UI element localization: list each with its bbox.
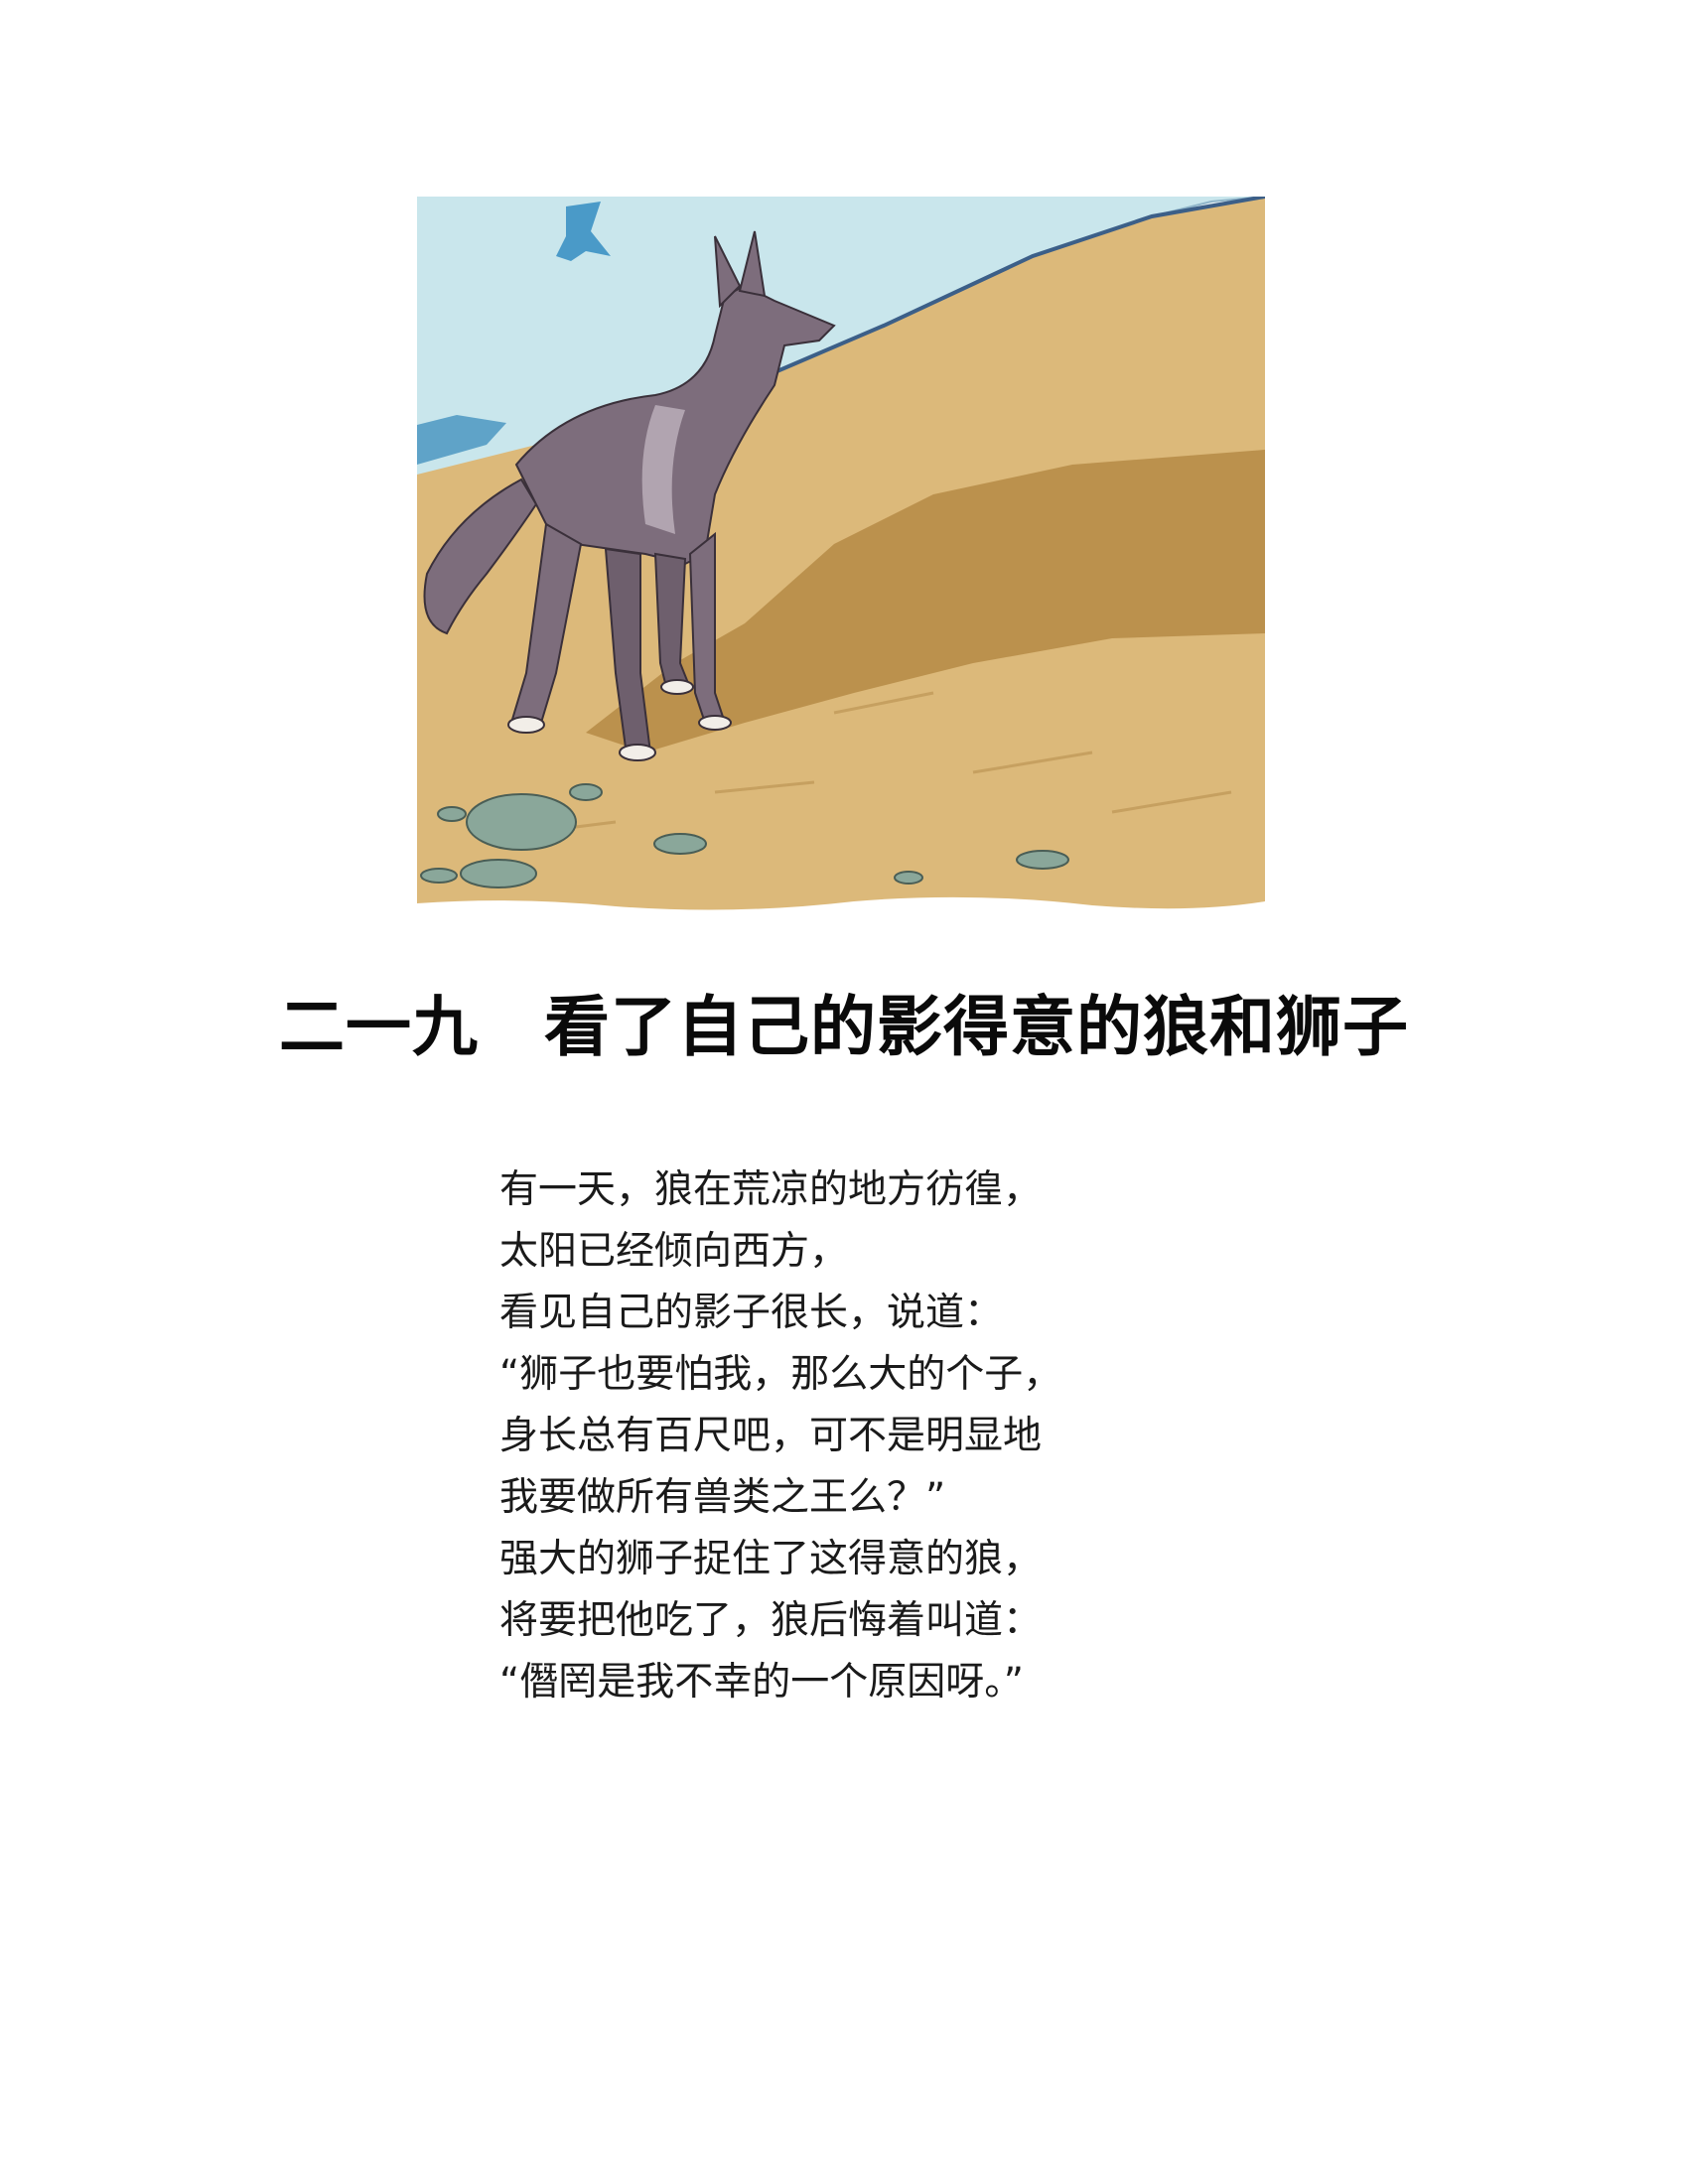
rock (420, 868, 458, 884)
rock (437, 806, 467, 822)
poem-line: 太阳已经倾向西方， (499, 1229, 849, 1274)
poem-body: 有一天，狼在荒凉的地方彷徨， 太阳已经倾向西方， 看见自己的影子很长，说道： “… (499, 1160, 1254, 1713)
poem-line: “狮子也要怕我，那么大的个子， (499, 1352, 1062, 1397)
poem-line: 将要把他吃了，狼后悔着叫道： (499, 1598, 1043, 1643)
poem-line: 我要做所有兽类之王么？” (499, 1475, 946, 1520)
chapter-heading: 二一九 看了自己的影得意的狼和狮子 (0, 988, 1688, 1067)
poem-line: 有一天，狼在荒凉的地方彷徨， (499, 1167, 1043, 1212)
poem-line: “僭罔是我不幸的一个原因呀。” (499, 1660, 1024, 1705)
wolf-on-dune-picture (417, 197, 1265, 921)
wolf-paw (507, 716, 545, 734)
rock (466, 793, 577, 851)
poem-line: 身长总有百尺吧，可不是明显地 (499, 1414, 1043, 1458)
chapter-number: 二一九 (279, 989, 479, 1065)
rock (653, 833, 707, 855)
poem-line: 看见自己的影子很长，说道： (499, 1291, 1004, 1335)
wolf-paw (698, 715, 732, 731)
wolf-paw (660, 679, 694, 695)
wolf-paw (619, 744, 656, 761)
rock (569, 783, 603, 801)
poem-line: 强大的狮子捉住了这得意的狼， (499, 1537, 1043, 1581)
rock (460, 859, 537, 888)
rock (894, 871, 923, 885)
chapter-title: 看了自己的影得意的狼和狮子 (544, 989, 1409, 1065)
rock (1016, 850, 1069, 870)
wolf-illustration (417, 197, 1265, 921)
